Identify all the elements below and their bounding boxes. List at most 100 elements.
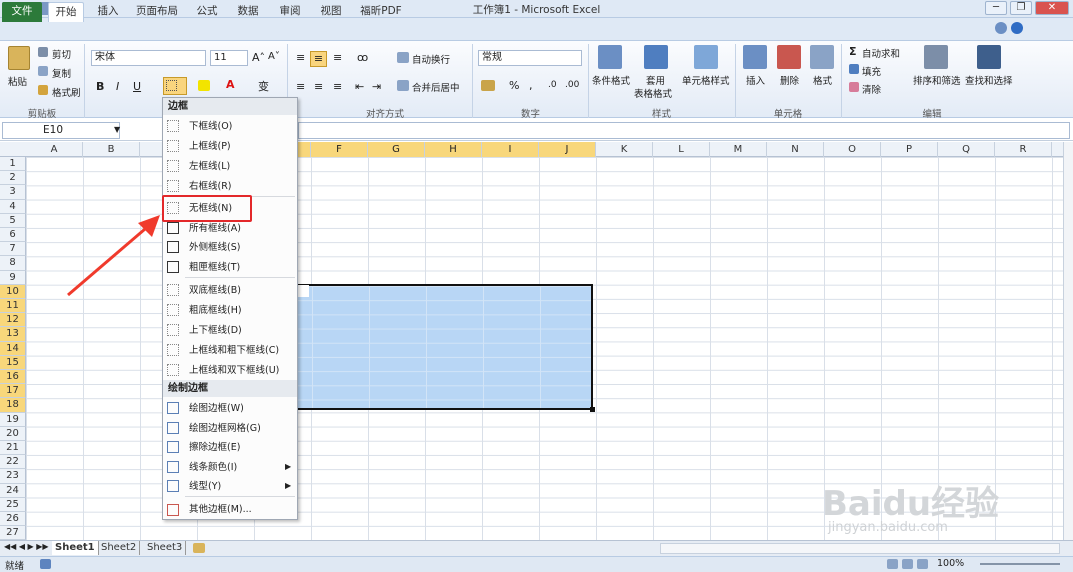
name-box-dropdown-icon[interactable]: ▼	[114, 125, 120, 134]
column-header[interactable]: G	[368, 142, 425, 157]
font-color-icon[interactable]: A	[226, 78, 235, 91]
paste-icon[interactable]	[8, 46, 30, 70]
normal-view-icon[interactable]	[887, 559, 898, 569]
sheet-tab-3[interactable]: Sheet3	[144, 541, 187, 555]
menu-item-border[interactable]: 下框线(O)	[163, 117, 297, 136]
copy-button[interactable]: 复制	[52, 66, 71, 80]
format-cells-button[interactable]: 格式	[813, 73, 832, 87]
copy-icon[interactable]	[38, 66, 48, 76]
comma-button[interactable]: ,	[529, 79, 533, 92]
row-header[interactable]: 13	[0, 327, 26, 342]
align-top-icon[interactable]: ≡	[296, 51, 305, 64]
row-header[interactable]: 21	[0, 441, 26, 456]
row-header[interactable]: 8	[0, 256, 26, 271]
underline-button[interactable]: U	[133, 80, 141, 93]
zoom-slider[interactable]	[980, 563, 1060, 565]
sort-filter-icon[interactable]	[924, 45, 948, 69]
name-box[interactable]: E10	[2, 122, 120, 139]
delete-cells-button[interactable]: 删除	[780, 73, 799, 87]
restore-button[interactable]: ❐	[1010, 1, 1032, 15]
row-header[interactable]: 1	[0, 157, 26, 172]
menu-item-border[interactable]: 外侧框线(S)	[163, 238, 297, 257]
column-header[interactable]: J	[539, 142, 596, 157]
column-header[interactable]: F	[311, 142, 368, 157]
row-header[interactable]: 12	[0, 313, 26, 328]
font-size-combo[interactable]: 11	[210, 50, 248, 66]
close-button[interactable]: ✕	[1035, 1, 1069, 15]
column-header[interactable]: H	[425, 142, 482, 157]
row-header[interactable]: 5	[0, 213, 26, 228]
bold-button[interactable]: B	[96, 80, 104, 93]
format-painter-button[interactable]: 格式刷	[52, 85, 81, 99]
row-header[interactable]: 6	[0, 228, 26, 243]
menu-item-draw[interactable]: 绘图边框(W)	[163, 399, 297, 418]
help-icon[interactable]	[1011, 22, 1023, 34]
row-header[interactable]: 22	[0, 455, 26, 470]
column-header[interactable]: R	[995, 142, 1052, 157]
format-as-table-label2[interactable]: 表格格式	[634, 86, 672, 100]
column-header[interactable]: I	[482, 142, 539, 157]
macro-record-icon[interactable]	[40, 559, 51, 569]
decimal-decrease-icon[interactable]: .00	[565, 80, 579, 90]
row-header[interactable]: 15	[0, 355, 26, 370]
orientation-icon[interactable]: ꝏ	[357, 51, 368, 64]
cut-button[interactable]: 剪切	[52, 47, 71, 61]
number-format-combo[interactable]: 常规	[478, 50, 582, 66]
column-header[interactable]: P	[881, 142, 938, 157]
wrap-text-button[interactable]: 自动换行	[412, 52, 450, 66]
autosum-icon[interactable]: Σ	[849, 45, 857, 58]
cut-icon[interactable]	[38, 47, 48, 57]
row-header[interactable]: 20	[0, 426, 26, 441]
menu-item-draw[interactable]: 绘图边框网格(G)	[163, 419, 297, 438]
row-header[interactable]: 9	[0, 270, 26, 285]
tab-review[interactable]: 审阅	[276, 2, 304, 22]
column-header[interactable]: Q	[938, 142, 995, 157]
zoom-level[interactable]: 100%	[937, 558, 964, 569]
phonetic-icon[interactable]: 变	[258, 78, 269, 94]
align-middle-icon[interactable]: ≡	[310, 51, 327, 67]
tab-file[interactable]: 文件	[2, 2, 42, 22]
find-select-button[interactable]: 查找和选择	[965, 73, 1013, 87]
menu-item-border[interactable]: 上框线(P)	[163, 137, 297, 156]
currency-icon[interactable]	[481, 80, 495, 91]
shrink-font-icon[interactable]: A˅	[268, 51, 280, 62]
row-header[interactable]: 11	[0, 299, 26, 314]
column-header[interactable]: O	[824, 142, 881, 157]
menu-item-border[interactable]: 上框线和粗下框线(C)	[163, 341, 297, 360]
format-as-table-label[interactable]: 套用	[646, 73, 665, 87]
row-header[interactable]: 10	[0, 284, 26, 299]
row-header[interactable]: 18	[0, 398, 26, 413]
insert-sheet-icon[interactable]	[193, 543, 205, 553]
merge-center-icon[interactable]	[397, 80, 409, 91]
tab-home[interactable]: 开始	[48, 2, 84, 22]
minimize-button[interactable]: ─	[985, 1, 1007, 15]
page-break-view-icon[interactable]	[917, 559, 928, 569]
decimal-increase-icon[interactable]: .0	[548, 80, 557, 90]
tab-page-layout[interactable]: 页面布局	[134, 2, 180, 22]
sheet-nav-icons[interactable]: ◀◀ ◀ ▶ ▶▶	[4, 542, 49, 551]
clear-button[interactable]: 清除	[862, 82, 881, 96]
menu-item-draw[interactable]: 线条颜色(I)	[163, 458, 297, 477]
row-header[interactable]: 24	[0, 483, 26, 498]
row-header[interactable]: 26	[0, 512, 26, 527]
sort-filter-button[interactable]: 排序和筛选	[913, 73, 961, 87]
page-layout-view-icon[interactable]	[902, 559, 913, 569]
menu-item-border[interactable]: 上框线和双下框线(U)	[163, 361, 297, 380]
ribbon-collapse-icon[interactable]	[995, 22, 1007, 34]
align-center-icon[interactable]: ≡	[314, 80, 323, 93]
merge-center-button[interactable]: 合并后居中	[412, 80, 460, 94]
italic-button[interactable]: I	[116, 80, 119, 93]
menu-item-border[interactable]: 上下框线(D)	[163, 321, 297, 340]
row-header[interactable]: 4	[0, 199, 26, 214]
fill-icon[interactable]	[849, 64, 859, 74]
menu-item-border[interactable]: 粗匣框线(T)	[163, 258, 297, 277]
column-header[interactable]: N	[767, 142, 824, 157]
row-header[interactable]: 23	[0, 469, 26, 484]
row-header[interactable]: 25	[0, 497, 26, 512]
formula-input[interactable]	[298, 122, 1070, 139]
format-cells-icon[interactable]	[810, 45, 834, 69]
percent-button[interactable]: %	[509, 79, 519, 92]
autosum-button[interactable]: 自动求和	[862, 46, 900, 60]
vertical-scrollbar[interactable]	[1063, 142, 1073, 540]
menu-item-border[interactable]: 左框线(L)	[163, 157, 297, 176]
